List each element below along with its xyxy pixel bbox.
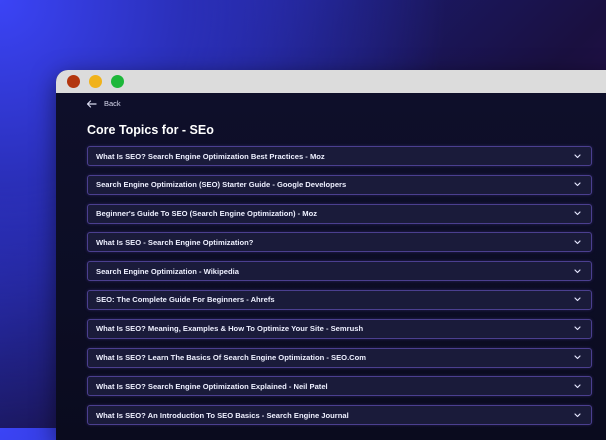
chevron-down-icon[interactable] xyxy=(573,382,581,390)
topic-label: Beginner's Guide To SEO (Search Engine O… xyxy=(96,209,318,219)
topic-accordion-item[interactable]: Beginner's Guide To SEO (Search Engine O… xyxy=(87,203,592,224)
topic-accordion-item[interactable]: What Is SEO? Search Engine Optimization … xyxy=(87,146,592,166)
topic-list: What Is SEO? Search Engine Optimization … xyxy=(87,146,592,434)
chevron-down-icon[interactable] xyxy=(573,411,581,419)
minimize-window-button[interactable] xyxy=(89,75,102,88)
topic-label: What Is SEO? Learn The Basics Of Search … xyxy=(96,353,367,363)
maximize-window-button[interactable] xyxy=(111,75,124,88)
close-window-button[interactable] xyxy=(67,75,80,88)
browser-window: Back Core Topics for - SEo What Is SEO? … xyxy=(56,70,606,440)
topic-accordion-item[interactable]: What Is SEO? An Introduction To SEO Basi… xyxy=(87,405,592,426)
topic-accordion-item[interactable]: Search Engine Optimization - Wikipedia xyxy=(87,261,592,282)
topic-accordion-item[interactable]: SEO: The Complete Guide For Beginners - … xyxy=(87,289,592,310)
arrow-left-icon xyxy=(86,99,97,108)
page-content: Back Core Topics for - SEo What Is SEO? … xyxy=(56,93,606,440)
back-button[interactable]: Back xyxy=(86,99,121,108)
topic-accordion-item[interactable]: What Is SEO - Search Engine Optimization… xyxy=(87,232,592,253)
topic-label: Search Engine Optimization (SEO) Starter… xyxy=(96,180,347,190)
topic-accordion-item[interactable]: Search Engine Optimization (SEO) Starter… xyxy=(87,174,592,195)
topic-accordion-item[interactable]: What Is SEO? Search Engine Optimization … xyxy=(87,376,592,397)
topic-accordion-item[interactable]: What Is SEO? Learn The Basics Of Search … xyxy=(87,347,592,368)
topic-label: What Is SEO? Search Engine Optimization … xyxy=(96,381,328,391)
topic-label: What Is SEO? Search Engine Optimization … xyxy=(96,151,325,161)
topic-label: What Is SEO - Search Engine Optimization… xyxy=(96,237,254,247)
chevron-down-icon[interactable] xyxy=(573,325,581,333)
topic-accordion-item[interactable]: What Is SEO? Meaning, Examples & How To … xyxy=(87,318,592,339)
chevron-down-icon[interactable] xyxy=(573,152,581,160)
window-titlebar xyxy=(56,70,606,93)
topic-label: What Is SEO? Meaning, Examples & How To … xyxy=(96,324,364,334)
chevron-down-icon[interactable] xyxy=(573,354,581,362)
topic-label: What Is SEO? An Introduction To SEO Basi… xyxy=(96,410,349,420)
chevron-down-icon[interactable] xyxy=(573,296,581,304)
topic-label: Search Engine Optimization - Wikipedia xyxy=(96,266,239,276)
back-label: Back xyxy=(104,99,121,108)
page-title: Core Topics for - SEo xyxy=(87,123,214,137)
chevron-down-icon[interactable] xyxy=(573,267,581,275)
chevron-down-icon[interactable] xyxy=(573,210,581,218)
chevron-down-icon[interactable] xyxy=(573,238,581,246)
topic-label: SEO: The Complete Guide For Beginners - … xyxy=(96,295,275,305)
chevron-down-icon[interactable] xyxy=(573,181,581,189)
